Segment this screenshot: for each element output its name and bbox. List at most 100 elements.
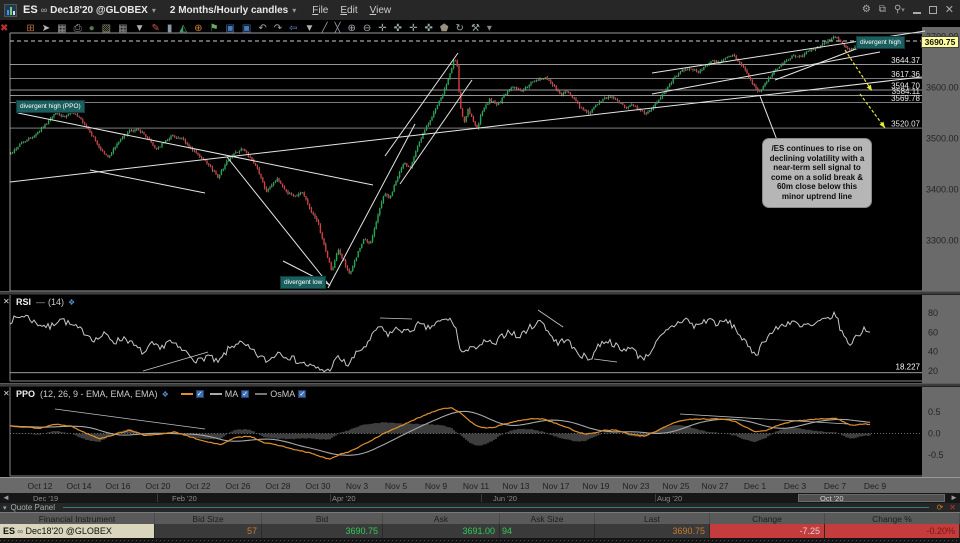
close-icon[interactable]: ✕ (945, 5, 954, 16)
quote-table-row[interactable]: ES ∞ Dec18'20 @GLOBEX 57 3690.75 3691.00… (0, 524, 960, 538)
flag-icon[interactable]: ⚑ (209, 23, 218, 35)
analyst-annotation-note[interactable]: /ES continues to rise on declining volat… (762, 138, 872, 208)
panel-blue2-icon[interactable]: ▣ (242, 23, 251, 35)
date-tick-label: Oct 20 (145, 481, 171, 491)
layout-grid-icon[interactable]: ▦ (118, 23, 127, 35)
style-box-icon[interactable]: ⊞ (26, 23, 34, 35)
panel-blue-icon[interactable]: ▣ (225, 23, 234, 35)
menu-view[interactable]: View (370, 5, 392, 16)
rsi-close-icon[interactable]: ✕ (3, 297, 10, 306)
minimize-icon[interactable] (912, 7, 921, 14)
column-header-last[interactable]: Last (595, 513, 710, 524)
column-header-ask-size[interactable]: Ask Size (500, 513, 595, 524)
filter-dropdown-icon[interactable]: ▼ (305, 23, 315, 35)
axis-label: 0.0 (928, 429, 941, 439)
ppo-close-icon[interactable]: ✕ (3, 389, 10, 398)
main-price-chart[interactable]: 3700.003600.003500.003400.003300.003644.… (0, 27, 960, 293)
date-tick-label: Nov 27 (701, 481, 729, 491)
interval-dropdown-icon[interactable]: ▼ (135, 23, 145, 35)
divergent-low-badge[interactable]: divergent low (280, 276, 327, 289)
print-icon[interactable]: ⎙ (74, 23, 82, 35)
change-cell: -7.25 (710, 524, 825, 538)
ppo-settings-icon[interactable]: ❖ (162, 390, 169, 399)
date-axis[interactable]: Oct 12 Oct 14 Oct 16 Oct 20 Oct 22 Oct 26 Oct … (0, 477, 960, 493)
window-controls: ⚙ ⧉ ⚲▾ ✕ (862, 4, 954, 16)
column-header-ask[interactable]: Ask (383, 513, 500, 524)
quote-panel-divider (63, 507, 929, 508)
ppo-indicator-panel[interactable]: 0.5 0.0 -0.5 ✕ PPO (12, 26, 9 - EMA, EMA, … (0, 387, 960, 477)
maximize-icon[interactable] (928, 6, 937, 14)
collapse-icon[interactable]: ▾ (3, 504, 7, 512)
pin-icon[interactable]: ⚲▾ (894, 4, 905, 16)
pie-icon[interactable]: ● (89, 23, 95, 35)
cursor-icon[interactable]: ➤ (42, 23, 50, 35)
volume-bars-icon[interactable]: ▮ (167, 23, 173, 35)
target-icon[interactable]: ⊕ (194, 23, 202, 35)
column-header-bid[interactable]: Bid (262, 513, 383, 524)
date-tick-label: Nov 19 (582, 481, 610, 491)
legend-label: MA (224, 389, 239, 399)
axis-label: -0.5 (928, 450, 944, 460)
tools-icon[interactable]: ⚒ (471, 23, 480, 35)
area-chart-icon[interactable]: ◭ (179, 23, 187, 35)
grid-icon[interactable]: ▦ (57, 23, 66, 35)
move-h-icon[interactable]: ✛ (409, 23, 417, 35)
crosshair-icon[interactable]: ✛ (378, 23, 386, 35)
multiline-tool-icon[interactable]: ╳ (334, 23, 340, 35)
legend-swatch-osma (255, 393, 268, 395)
scroll-left-icon[interactable]: ◄ (2, 493, 10, 503)
undo-icon[interactable]: ↶ (258, 23, 266, 35)
legend-checkbox[interactable]: ✓ (241, 390, 250, 398)
redo-icon[interactable]: ↷ (274, 23, 282, 35)
legend-checkbox[interactable]: ✓ (195, 390, 204, 398)
divergent-high-badge[interactable]: divergent high (856, 36, 905, 49)
column-header-change-[interactable]: Change % (825, 513, 960, 524)
trendline-tool-icon[interactable]: ╱ (321, 23, 327, 35)
interval-dropdown-icon[interactable]: ▾ (292, 6, 296, 15)
scrollbar-period-label: Aug '20 (657, 494, 683, 503)
contract-label[interactable]: Dec18'20 @GLOBEX (50, 5, 148, 16)
menu-edit[interactable]: Edit (340, 5, 357, 16)
time-scrollbar[interactable]: ◄ ► Dec '19 Feb '20 Apr '20 Jun '20 Aug '20 O… (0, 493, 960, 503)
refresh-icon[interactable]: ⟳ (937, 503, 944, 512)
change-pct-cell: -0.20% (825, 524, 960, 538)
continuous-contract-icon: ∞ (40, 5, 48, 15)
rotate-icon[interactable]: ↻ (456, 23, 464, 35)
menu-file[interactable]: File (312, 5, 328, 16)
move-v-icon[interactable]: ✜ (424, 23, 432, 35)
resize-grip[interactable] (0, 538, 960, 543)
symbol-label[interactable]: ES (23, 4, 38, 16)
zoom-out-icon[interactable]: ⊖ (363, 23, 371, 35)
date-tick-label: Nov 13 (502, 481, 530, 491)
column-header-financial-instrument[interactable]: Financial Instrument (0, 513, 155, 524)
axis-label: 20 (928, 366, 938, 376)
instrument-cell[interactable]: ES ∞ Dec18'20 @GLOBEX (0, 524, 155, 538)
date-tick-label: Dec 1 (743, 481, 767, 491)
legend-swatch-ma (209, 393, 222, 395)
polygon-icon[interactable]: ⬟ (440, 23, 449, 35)
last-cell: 3690.75 (595, 524, 710, 538)
draw-pencil-icon[interactable]: ✎ (151, 23, 159, 35)
layout-icon[interactable]: ▧ (102, 23, 111, 35)
divergent-high-ppo-badge[interactable]: divergent high (PPO) (16, 100, 85, 113)
ppo-title: PPO (16, 389, 36, 399)
close-chart-icon[interactable]: ✖ (0, 23, 8, 35)
rsi-settings-icon[interactable]: ❖ (68, 298, 75, 307)
axis-label: 3569.78 (891, 94, 920, 103)
scroll-right-icon[interactable]: ► (950, 493, 958, 503)
zoom-in-icon[interactable]: ⊕ (348, 23, 356, 35)
rsi-indicator-panel[interactable]: 80 60 40 20 18.227 ✕ RSI — (14) ❖ (0, 295, 960, 383)
interval-label[interactable]: 2 Months/Hourly candles (170, 5, 288, 16)
date-tick-label: Oct 30 (305, 481, 331, 491)
back-icon[interactable]: ⇦ (289, 23, 297, 35)
legend-checkbox[interactable]: ✓ (298, 390, 307, 398)
symbol-dropdown-icon[interactable]: ▾ (152, 6, 156, 15)
settings-gear-icon[interactable]: ⚙ (862, 5, 871, 15)
scrollbar-tick (655, 494, 656, 502)
column-header-bid-size[interactable]: Bid Size (155, 513, 262, 524)
column-header-change[interactable]: Change (710, 513, 825, 524)
crosshair-lock-icon[interactable]: ✜ (394, 23, 402, 35)
more-dropdown-icon[interactable]: ▾ (487, 23, 492, 35)
link-icon[interactable]: ⧉ (879, 5, 886, 15)
quote-close-icon[interactable]: ✕ (949, 503, 956, 512)
